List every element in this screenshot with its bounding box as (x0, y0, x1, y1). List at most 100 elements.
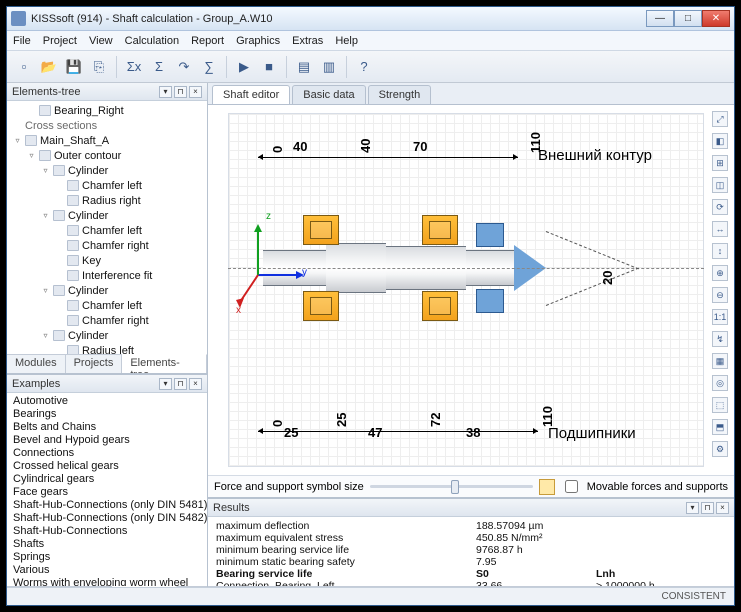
pane-close-icon[interactable]: × (716, 502, 729, 514)
tree-item[interactable]: ▿Outer contour (7, 148, 207, 163)
warn-icon[interactable] (539, 479, 555, 495)
menu-report[interactable]: Report (191, 35, 224, 47)
menu-calculation[interactable]: Calculation (125, 35, 179, 47)
elements-tree[interactable]: Bearing_RightCross sections▿Main_Shaft_A… (7, 101, 207, 354)
menu-file[interactable]: File (13, 35, 31, 47)
gfx-tool-icon[interactable]: ◫ (712, 177, 728, 193)
bearing-top-right[interactable] (422, 215, 458, 245)
tree-item[interactable]: ▿Main_Shaft_A (7, 133, 207, 148)
gfx-tool-icon[interactable]: ↕ (712, 243, 728, 259)
sum-button[interactable]: ∑ (198, 56, 220, 78)
calc-button[interactable]: Σx (123, 56, 145, 78)
example-item[interactable]: Bevel and Hypoid gears (13, 434, 201, 447)
example-item[interactable]: Crossed helical gears (13, 460, 201, 473)
example-item[interactable]: Shaft-Hub-Connections (only DIN 5482) (13, 512, 201, 525)
tree-item[interactable]: ▿Cylinder (7, 163, 207, 178)
tree-item[interactable]: Chamfer right (7, 238, 207, 253)
elements-tree-header[interactable]: Elements-tree ▾ ⊓ × (7, 83, 207, 101)
symbol-size-slider[interactable] (370, 485, 533, 488)
example-item[interactable]: Worms with enveloping worm wheel (13, 577, 201, 586)
pane-close-icon[interactable]: × (189, 86, 202, 98)
pane-pin-icon[interactable]: ⊓ (701, 502, 714, 514)
menu-extras[interactable]: Extras (292, 35, 323, 47)
tree-item[interactable]: Chamfer right (7, 313, 207, 328)
gfx-tool-icon[interactable]: ⊖ (712, 287, 728, 303)
save-button[interactable]: 💾 (63, 56, 85, 78)
tab-modules[interactable]: Modules (7, 355, 66, 373)
editor-tabs[interactable]: Shaft editorBasic dataStrength (208, 83, 734, 105)
pane-close-icon[interactable]: × (189, 378, 202, 390)
open-button[interactable]: 📂 (38, 56, 60, 78)
example-item[interactable]: Cylindrical gears (13, 473, 201, 486)
titlebar[interactable]: KISSsoft (914) - Shaft calculation - Gro… (7, 7, 734, 31)
gfx-tool-icon[interactable]: ◎ (712, 375, 728, 391)
gfx-tool-icon[interactable]: ⬚ (712, 397, 728, 413)
example-item[interactable]: Automotive (13, 395, 201, 408)
examples-header[interactable]: Examples ▾ ⊓ × (7, 375, 207, 393)
menu-graphics[interactable]: Graphics (236, 35, 280, 47)
maximize-button[interactable]: □ (674, 10, 702, 27)
left-pane-tabs[interactable]: ModulesProjectsElements-tree (7, 354, 207, 373)
tab-elements-tree[interactable]: Elements-tree (122, 354, 207, 373)
doc1-button[interactable]: ▤ (293, 56, 315, 78)
graphics-toolstrip[interactable]: ⤢◧⊞◫⟳↔↕⊕⊖1:1↯▦◎⬚⬒⚙ (710, 111, 730, 469)
stop-button[interactable]: ■ (258, 56, 280, 78)
sigma-button[interactable]: Σ (148, 56, 170, 78)
pane-pin-icon[interactable]: ⊓ (174, 378, 187, 390)
editor-tab-shaft-editor[interactable]: Shaft editor (212, 85, 290, 104)
gfx-tool-icon[interactable]: ⊕ (712, 265, 728, 281)
gfx-tool-icon[interactable]: ⤢ (712, 111, 728, 127)
tree-item[interactable]: ▿Cylinder (7, 283, 207, 298)
gfx-tool-icon[interactable]: ⬒ (712, 419, 728, 435)
help-button[interactable]: ? (353, 56, 375, 78)
menubar[interactable]: FileProjectViewCalculationReportGraphics… (7, 31, 734, 51)
movable-forces-checkbox[interactable] (565, 480, 578, 493)
example-item[interactable]: Shafts (13, 538, 201, 551)
example-item[interactable]: Shaft-Hub-Connections (13, 525, 201, 538)
tree-item[interactable]: Radius left (7, 343, 207, 354)
gfx-tool-icon[interactable]: ◧ (712, 133, 728, 149)
tree-item[interactable]: Interference fit (7, 268, 207, 283)
editor-tab-strength[interactable]: Strength (368, 85, 432, 104)
tree-item[interactable]: Bearing_Right (7, 103, 207, 118)
gfx-tool-icon[interactable]: ⚙ (712, 441, 728, 457)
example-item[interactable]: Belts and Chains (13, 421, 201, 434)
gfx-tool-icon[interactable]: ⟳ (712, 199, 728, 215)
example-item[interactable]: Various (13, 564, 201, 577)
pane-menu-icon[interactable]: ▾ (159, 86, 172, 98)
gfx-tool-icon[interactable]: ↯ (712, 331, 728, 347)
pane-menu-icon[interactable]: ▾ (159, 378, 172, 390)
pane-menu-icon[interactable]: ▾ (686, 502, 699, 514)
tab-projects[interactable]: Projects (66, 355, 123, 373)
example-item[interactable]: Face gears (13, 486, 201, 499)
menu-help[interactable]: Help (335, 35, 358, 47)
tree-item[interactable]: ▿Cylinder (7, 328, 207, 343)
new-button[interactable]: ▫ (13, 56, 35, 78)
bearing-bottom-left[interactable] (303, 291, 339, 321)
tree-item[interactable]: Chamfer left (7, 178, 207, 193)
close-button[interactable]: ✕ (702, 10, 730, 27)
editor-tab-basic-data[interactable]: Basic data (292, 85, 365, 104)
example-item[interactable]: Shaft-Hub-Connections (only DIN 5481) (13, 499, 201, 512)
tree-item[interactable]: Cross sections (7, 118, 207, 133)
results-header[interactable]: Results ▾ ⊓ × (208, 499, 734, 517)
tree-item[interactable]: Radius right (7, 193, 207, 208)
shaft-canvas[interactable]: 0 40 40 70 110 Внешний контур (208, 105, 734, 475)
gfx-tool-icon[interactable]: 1:1 (712, 309, 728, 325)
redo-button[interactable]: ↷ (173, 56, 195, 78)
example-item[interactable]: Bearings (13, 408, 201, 421)
tree-item[interactable]: ▿Cylinder (7, 208, 207, 223)
support-top[interactable] (476, 223, 504, 247)
doc2-button[interactable]: ▥ (318, 56, 340, 78)
saveall-button[interactable]: ⎘ (88, 56, 110, 78)
gfx-tool-icon[interactable]: ↔ (712, 221, 728, 237)
menu-view[interactable]: View (89, 35, 113, 47)
tree-item[interactable]: Chamfer left (7, 298, 207, 313)
example-item[interactable]: Connections (13, 447, 201, 460)
tree-item[interactable]: Chamfer left (7, 223, 207, 238)
examples-list[interactable]: AutomotiveBearingsBelts and ChainsBevel … (7, 393, 207, 586)
bearing-bottom-right[interactable] (422, 291, 458, 321)
tree-item[interactable]: Key (7, 253, 207, 268)
toolbar[interactable]: ▫📂💾⎘ΣxΣ↷∑▶■▤▥? (7, 51, 734, 83)
minimize-button[interactable]: — (646, 10, 674, 27)
